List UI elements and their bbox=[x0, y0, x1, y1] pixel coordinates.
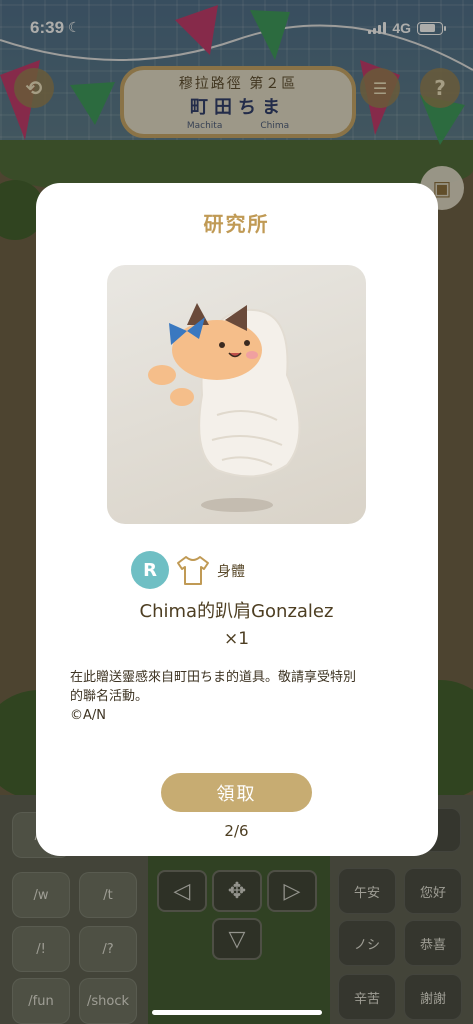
item-category: 身體 bbox=[217, 564, 245, 580]
description-line: 的聯名活動。 bbox=[70, 689, 149, 704]
description-line: 在此贈送靈感來自町田ちま的道具。敬請享受特別 bbox=[70, 670, 357, 685]
item-name: Chima的趴肩Gonzalez bbox=[139, 601, 334, 622]
item-quantity: ×1 bbox=[223, 629, 250, 649]
item-description: 在此贈送靈感來自町田ちま的道具。敬請享受特別 的聯名活動。 ©A/N bbox=[70, 668, 420, 725]
item-preview-image bbox=[107, 265, 366, 524]
home-indicator[interactable] bbox=[152, 1010, 322, 1015]
shirt-icon bbox=[177, 556, 209, 585]
claim-button[interactable]: 領取 bbox=[161, 773, 312, 812]
page-indicator: 2/6 bbox=[224, 822, 249, 840]
dialog-title: 研究所 bbox=[203, 212, 270, 236]
rarity-badge: R bbox=[131, 551, 169, 589]
copyright-text: ©A/N bbox=[70, 708, 106, 723]
